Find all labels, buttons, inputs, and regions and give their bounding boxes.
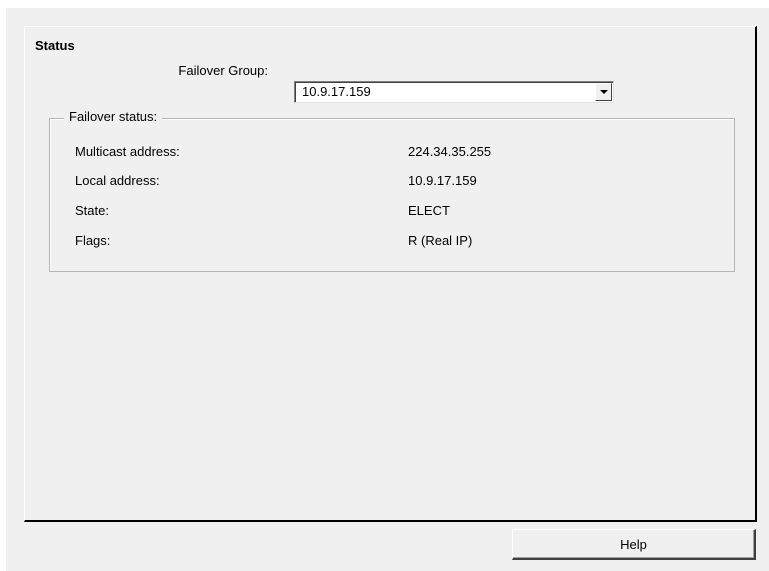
failover-status-legend: Failover status: [64,109,163,124]
failover-group-label: Failover Group: [178,63,268,78]
flags-label: Flags: [75,233,111,248]
panel-title: Status [35,38,75,53]
state-label: State: [75,203,109,218]
flags-value: R (Real IP) [408,233,473,248]
local-address-value: 10.9.17.159 [408,173,477,188]
state-value: ELECT [408,203,450,218]
local-address-label: Local address: [75,173,160,188]
failover-group-select[interactable]: 10.9.17.159 [294,81,614,103]
help-button[interactable]: Help [512,529,756,560]
dropdown-button[interactable] [595,83,612,101]
multicast-address-value: 224.34.35.255 [408,144,492,159]
multicast-address-label: Multicast address: [75,144,180,159]
failover-status-groupbox [49,118,735,272]
chevron-down-icon [600,90,608,94]
failover-group-selected-value: 10.9.17.159 [302,84,371,99]
